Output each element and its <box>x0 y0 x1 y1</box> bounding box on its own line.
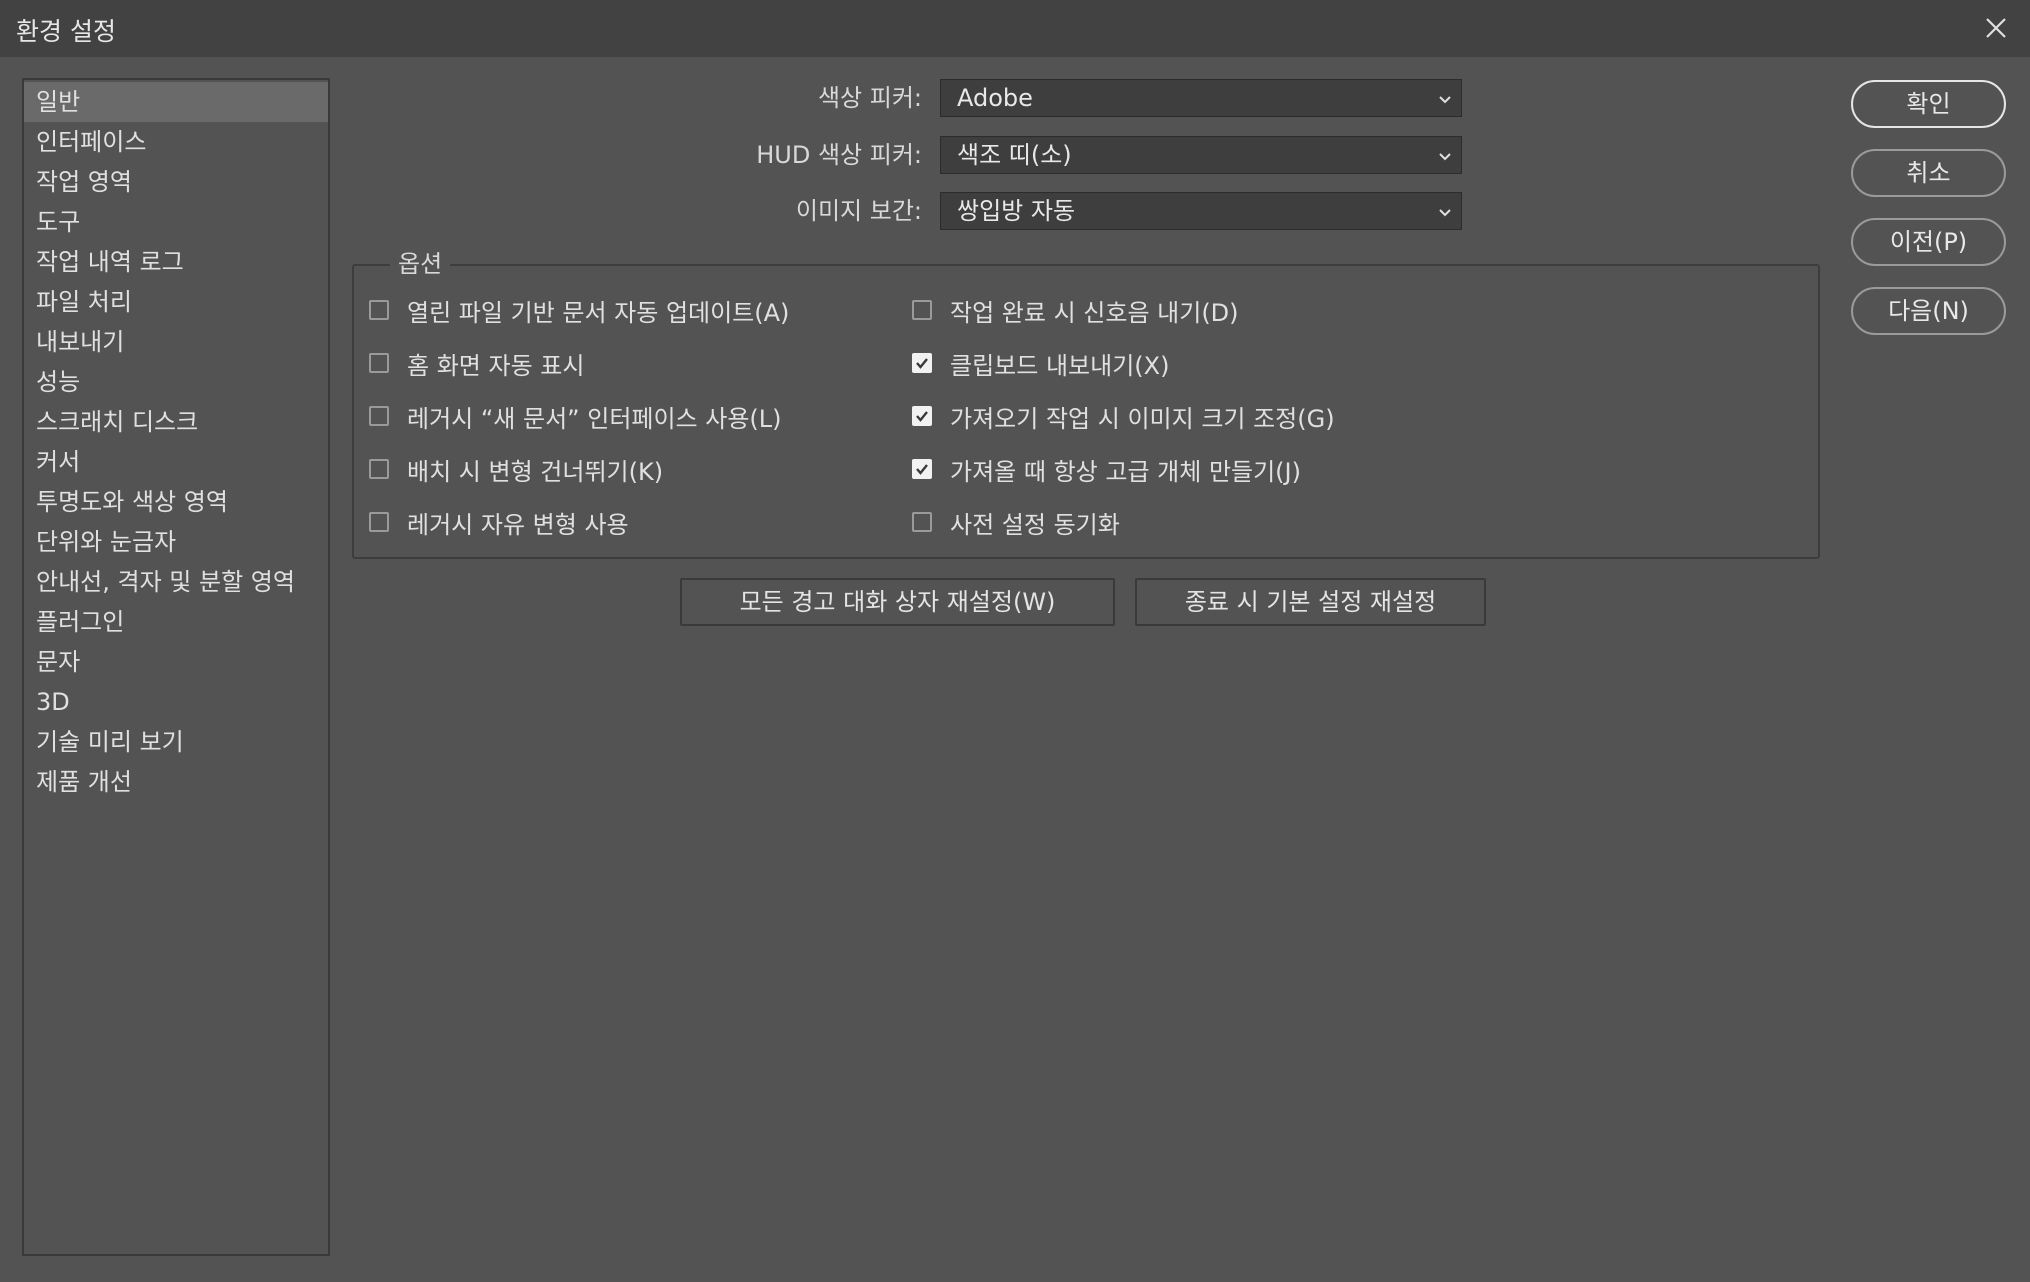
sidebar-item-units-rulers[interactable]: 단위와 눈금자 <box>24 522 328 562</box>
checkbox[interactable] <box>369 353 389 373</box>
checkbox[interactable] <box>912 300 932 320</box>
checkbox[interactable] <box>369 406 389 426</box>
checkmark-icon <box>916 411 928 422</box>
title-bar: 환경 설정 <box>0 0 2030 57</box>
sidebar-item-type[interactable]: 문자 <box>24 642 328 682</box>
checkmark-icon <box>916 464 928 475</box>
checkmark-icon <box>916 358 928 369</box>
sidebar-item-tools[interactable]: 도구 <box>24 202 328 242</box>
sidebar-item-performance[interactable]: 성능 <box>24 362 328 402</box>
next-button[interactable]: 다음(N) <box>1851 287 2006 335</box>
sidebar-item-product-improvement[interactable]: 제품 개선 <box>24 762 328 802</box>
checkbox-checked[interactable] <box>912 353 932 373</box>
checkbox-label: 레거시 자유 변형 사용 <box>407 510 629 539</box>
category-sidebar: 일반 인터페이스 작업 영역 도구 작업 내역 로그 파일 처리 내보내기 성능… <box>22 78 330 1256</box>
hud-color-picker-value: 색조 띠(소) <box>957 141 1072 169</box>
color-picker-row: 색상 피커: Adobe <box>340 78 1462 118</box>
checkbox-label: 홈 화면 자동 표시 <box>407 351 585 380</box>
options-legend: 옵션 <box>390 246 451 282</box>
ok-button[interactable]: 확인 <box>1851 80 2006 128</box>
hud-color-picker-select[interactable]: 색조 띠(소) <box>940 136 1462 174</box>
sidebar-item-technology-previews[interactable]: 기술 미리 보기 <box>24 722 328 762</box>
cancel-button[interactable]: 취소 <box>1851 149 2006 197</box>
checkbox[interactable] <box>369 300 389 320</box>
sidebar-item-history-log[interactable]: 작업 내역 로그 <box>24 242 328 282</box>
sidebar-item-file-handling[interactable]: 파일 처리 <box>24 282 328 322</box>
checkbox-label: 사전 설정 동기화 <box>950 510 1120 539</box>
sidebar-item-general[interactable]: 일반 <box>24 82 328 122</box>
image-interpolation-row: 이미지 보간: 쌍입방 자동 <box>340 191 1462 231</box>
sidebar-item-scratch-disks[interactable]: 스크래치 디스크 <box>24 402 328 442</box>
sidebar-item-transparency-gamut[interactable]: 투명도와 색상 영역 <box>24 482 328 522</box>
hud-color-picker-row: HUD 색상 피커: 색조 띠(소) <box>340 135 1462 175</box>
sidebar-item-workspace[interactable]: 작업 영역 <box>24 162 328 202</box>
checkbox-label: 가져올 때 항상 고급 개체 만들기(J) <box>950 457 1301 486</box>
auto-show-home-screen-option[interactable]: 홈 화면 자동 표시 <box>369 343 584 383</box>
prev-button[interactable]: 이전(P) <box>1851 218 2006 266</box>
color-picker-label: 색상 피커: <box>817 84 922 112</box>
checkbox-label: 배치 시 변형 건너뛰기(K) <box>407 457 664 486</box>
reset-all-warnings-button[interactable]: 모든 경고 대화 상자 재설정(W) <box>680 578 1115 626</box>
checkbox-label: 레거시 “새 문서” 인터페이스 사용(L) <box>407 404 782 433</box>
checkbox-label: 열린 파일 기반 문서 자동 업데이트(A) <box>407 298 790 327</box>
close-button[interactable] <box>1976 8 2016 48</box>
skip-transform-on-place-option[interactable]: 배치 시 변형 건너뛰기(K) <box>369 449 663 489</box>
sync-presets-option[interactable]: 사전 설정 동기화 <box>912 502 1120 542</box>
sidebar-item-plugins[interactable]: 플러그인 <box>24 602 328 642</box>
reset-preferences-on-quit-button[interactable]: 종료 시 기본 설정 재설정 <box>1135 578 1486 626</box>
hud-color-picker-label: HUD 색상 피커: <box>756 141 922 169</box>
export-clipboard-option[interactable]: 클립보드 내보내기(X) <box>912 343 1169 383</box>
chevron-down-icon <box>1439 209 1451 217</box>
image-interpolation-label: 이미지 보간: <box>795 197 922 225</box>
checkbox[interactable] <box>912 512 932 532</box>
checkbox-checked[interactable] <box>912 406 932 426</box>
chevron-down-icon <box>1439 153 1451 161</box>
checkbox-label: 클립보드 내보내기(X) <box>950 351 1170 380</box>
image-interpolation-select[interactable]: 쌍입방 자동 <box>940 192 1462 230</box>
auto-update-open-docs-option[interactable]: 열린 파일 기반 문서 자동 업데이트(A) <box>369 290 789 330</box>
checkbox-label: 작업 완료 시 신호음 내기(D) <box>950 298 1239 327</box>
legacy-new-document-option[interactable]: 레거시 “새 문서” 인터페이스 사용(L) <box>369 396 782 436</box>
image-interpolation-value: 쌍입방 자동 <box>957 197 1076 225</box>
checkbox[interactable] <box>369 512 389 532</box>
legacy-free-transform-option[interactable]: 레거시 자유 변형 사용 <box>369 502 629 542</box>
close-icon <box>1986 18 2006 38</box>
sidebar-item-guides-grid-slices[interactable]: 안내선, 격자 및 분할 영역 <box>24 562 328 602</box>
checkbox-label: 가져오기 작업 시 이미지 크기 조정(G) <box>950 404 1335 433</box>
color-picker-select[interactable]: Adobe <box>940 79 1462 117</box>
color-picker-value: Adobe <box>957 84 1033 112</box>
sidebar-item-3d[interactable]: 3D <box>24 682 328 722</box>
checkbox-checked[interactable] <box>912 459 932 479</box>
checkbox[interactable] <box>369 459 389 479</box>
sidebar-item-cursors[interactable]: 커서 <box>24 442 328 482</box>
resize-image-during-paste-option[interactable]: 가져오기 작업 시 이미지 크기 조정(G) <box>912 396 1335 436</box>
chevron-down-icon <box>1439 96 1451 104</box>
always-create-smart-objects-option[interactable]: 가져올 때 항상 고급 개체 만들기(J) <box>912 449 1301 489</box>
beep-when-done-option[interactable]: 작업 완료 시 신호음 내기(D) <box>912 290 1239 330</box>
window-title: 환경 설정 <box>16 17 116 46</box>
sidebar-item-interface[interactable]: 인터페이스 <box>24 122 328 162</box>
sidebar-item-export[interactable]: 내보내기 <box>24 322 328 362</box>
